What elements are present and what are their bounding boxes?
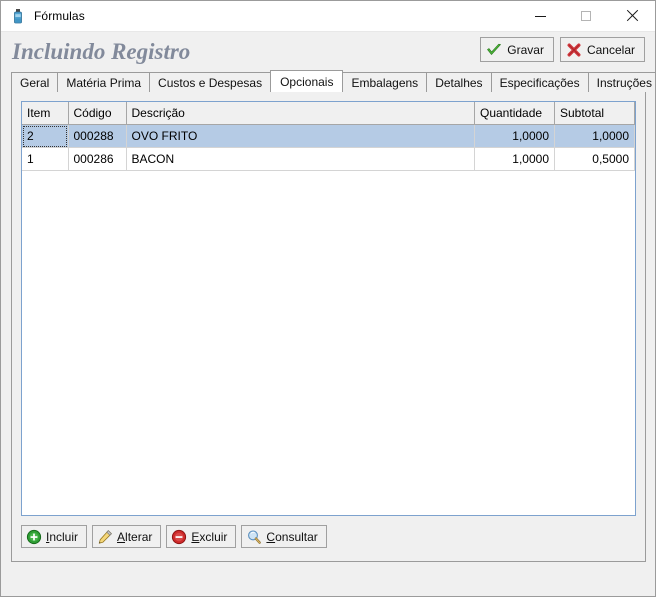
tab-instrucoes[interactable]: Instruções bbox=[587, 72, 655, 92]
pencil-icon bbox=[97, 529, 113, 545]
minimize-button[interactable] bbox=[517, 1, 563, 31]
alterar-button[interactable]: Alterar bbox=[92, 525, 162, 548]
cell-subtotal[interactable]: 1,0000 bbox=[554, 124, 635, 148]
tab-label: Detalhes bbox=[435, 75, 483, 90]
caption-button-group bbox=[517, 1, 655, 31]
consultar-button[interactable]: Consultar bbox=[241, 525, 327, 548]
x-icon bbox=[566, 42, 582, 58]
save-button-label: Gravar bbox=[507, 42, 544, 57]
column-header-codigo[interactable]: Código bbox=[68, 102, 127, 125]
label-rest: ncluir bbox=[49, 529, 79, 544]
close-icon bbox=[626, 10, 638, 22]
tab-label: Opcionais bbox=[280, 74, 334, 89]
cell-descricao[interactable]: BACON bbox=[126, 147, 475, 171]
table-header-row: Item Código Descrição Quantidade Subtota… bbox=[22, 102, 635, 125]
cell-codigo[interactable]: 000288 bbox=[68, 124, 127, 148]
cell-quantidade[interactable]: 1,0000 bbox=[474, 147, 555, 171]
cell-descricao[interactable]: OVO FRITO bbox=[126, 124, 475, 148]
column-header-item[interactable]: Item bbox=[22, 102, 69, 125]
cell-item[interactable]: 2 bbox=[22, 124, 69, 148]
tab-label: Custos e Despesas bbox=[158, 75, 263, 90]
tab-geral[interactable]: Geral bbox=[11, 72, 59, 92]
excluir-button-label: Excluir bbox=[191, 530, 227, 544]
consultar-button-label: Consultar bbox=[266, 530, 317, 544]
table-row[interactable]: 1 000286 BACON 1,0000 0,5000 bbox=[22, 147, 635, 171]
page-title: Incluindo Registro bbox=[12, 38, 191, 64]
save-button[interactable]: Gravar bbox=[480, 37, 554, 62]
label-rest: lterar bbox=[125, 529, 153, 544]
grid-toolbar: Incluir Alterar Excluir Consultar bbox=[21, 525, 636, 548]
close-button[interactable] bbox=[609, 1, 655, 31]
column-header-quantidade[interactable]: Quantidade bbox=[474, 102, 555, 125]
check-icon bbox=[486, 42, 502, 58]
header-action-group: Gravar Cancelar bbox=[480, 37, 645, 62]
tab-detalhes[interactable]: Detalhes bbox=[426, 72, 492, 92]
column-header-subtotal[interactable]: Subtotal bbox=[554, 102, 635, 125]
cell-quantidade[interactable]: 1,0000 bbox=[474, 124, 555, 148]
remove-circle-icon bbox=[171, 529, 187, 545]
tab-strip: Geral Matéria Prima Custos e Despesas Op… bbox=[11, 70, 655, 92]
tab-embalagens[interactable]: Embalagens bbox=[342, 72, 428, 92]
title-bar: Fórmulas bbox=[1, 1, 655, 32]
alterar-button-label: Alterar bbox=[117, 530, 152, 544]
excluir-button[interactable]: Excluir bbox=[166, 525, 237, 548]
formulas-window: Fórmulas Incluindo Registro Gravar Cance… bbox=[0, 0, 656, 597]
magnifier-icon bbox=[246, 529, 262, 545]
tab-label: Embalagens bbox=[351, 75, 419, 90]
tab-label: Especificações bbox=[499, 75, 580, 90]
maximize-icon bbox=[581, 11, 591, 21]
tab-label: Matéria Prima bbox=[66, 75, 142, 90]
cancel-button-label: Cancelar bbox=[586, 42, 635, 57]
cell-subtotal[interactable]: 0,5000 bbox=[554, 147, 635, 171]
label-rest: xcluir bbox=[199, 529, 228, 544]
opcionais-grid[interactable]: Item Código Descrição Quantidade Subtota… bbox=[21, 101, 636, 516]
accel-char: A bbox=[117, 529, 126, 544]
add-circle-icon bbox=[26, 529, 42, 545]
cell-item[interactable]: 1 bbox=[22, 147, 69, 171]
table-row[interactable]: 2 000288 OVO FRITO 1,0000 1,0000 bbox=[22, 124, 635, 148]
tab-label: Instruções bbox=[596, 75, 652, 90]
tab-label: Geral bbox=[20, 75, 50, 90]
tab-especificacoes[interactable]: Especificações bbox=[490, 72, 589, 92]
bottle-icon bbox=[10, 8, 26, 24]
window-title: Fórmulas bbox=[34, 9, 85, 23]
column-header-descricao[interactable]: Descrição bbox=[126, 102, 475, 125]
cell-codigo[interactable]: 000286 bbox=[68, 147, 127, 171]
tab-opcionais[interactable]: Opcionais bbox=[270, 70, 344, 92]
maximize-button[interactable] bbox=[563, 1, 609, 31]
cancel-button[interactable]: Cancelar bbox=[559, 37, 645, 62]
incluir-button-label: Incluir bbox=[46, 530, 78, 544]
tab-materia-prima[interactable]: Matéria Prima bbox=[57, 72, 151, 92]
header-band: Incluindo Registro Gravar Cancelar bbox=[1, 32, 655, 70]
opcionais-table: Item Código Descrição Quantidade Subtota… bbox=[22, 102, 635, 171]
incluir-button[interactable]: Incluir bbox=[21, 525, 88, 548]
tab-panel-opcionais: Item Código Descrição Quantidade Subtota… bbox=[11, 91, 646, 562]
minimize-icon bbox=[534, 15, 546, 17]
accel-char: C bbox=[266, 529, 276, 544]
label-rest: onsultar bbox=[275, 529, 318, 544]
tab-custos-e-despesas[interactable]: Custos e Despesas bbox=[149, 72, 272, 92]
